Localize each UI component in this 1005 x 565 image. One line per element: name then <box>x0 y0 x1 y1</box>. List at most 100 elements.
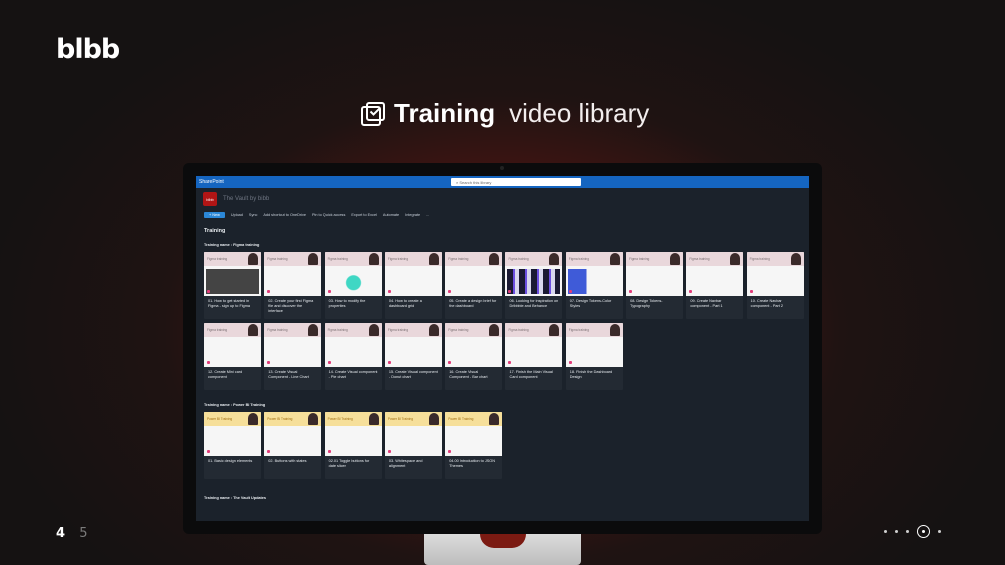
video-title[interactable]: 14. Create Visual component - Pie chart <box>325 367 382 380</box>
video-thumbnail[interactable]: Power BI Training <box>324 412 382 456</box>
video-title[interactable]: 02. Buttons with states <box>264 456 321 464</box>
thumbnail-preview <box>567 269 621 294</box>
presenter-avatar <box>308 324 319 336</box>
upload-button[interactable]: Upload <box>231 213 243 217</box>
video-thumbnail[interactable]: Figma training <box>324 252 382 296</box>
video-thumbnail[interactable]: Power BI Training <box>384 412 442 456</box>
presenter-avatar <box>248 253 258 265</box>
video-card[interactable]: Figma training 12. Create Mini card compo… <box>204 323 261 390</box>
video-thumbnail[interactable]: Power BI Training <box>445 412 503 456</box>
sharepoint-screen: SharePoint ⌕ Search this library blbb Th… <box>196 176 809 521</box>
video-card[interactable]: Figma training 05. Create a design brief … <box>445 252 503 319</box>
pin-button[interactable]: Pin to Quick access <box>312 213 345 217</box>
video-title[interactable]: 02.01 Toggle buttons for date slicer <box>325 456 382 469</box>
integrate-button[interactable]: Integrate <box>405 213 420 217</box>
page-next[interactable]: 5 <box>79 526 87 541</box>
video-title[interactable]: 09. Create Navbar component - Part 1 <box>686 296 743 309</box>
video-title[interactable]: 07. Design Tokens-Color Styles <box>566 296 623 309</box>
video-thumbnail[interactable]: Figma training <box>505 323 563 367</box>
video-card[interactable]: Figma training 02. Create your first Figm… <box>264 252 322 319</box>
slide-dot[interactable] <box>938 530 941 533</box>
video-card[interactable]: Figma training 15. Create Visual componen… <box>384 323 442 390</box>
slide-dot[interactable] <box>895 530 898 533</box>
sync-button[interactable]: Sync <box>249 213 257 217</box>
thumbnail-preview <box>507 269 561 294</box>
site-title[interactable]: The Vault by bibb <box>223 196 269 202</box>
slide-dot[interactable] <box>906 530 909 533</box>
video-thumbnail[interactable]: Figma training <box>264 323 322 367</box>
video-title[interactable]: 05. Create a design brief for the dashbo… <box>445 296 502 309</box>
monitor-stand <box>424 534 581 565</box>
video-thumbnail[interactable]: Figma training <box>565 252 623 296</box>
video-card[interactable]: Figma training 13. Create Visual Componen… <box>264 323 322 390</box>
video-title[interactable]: 04. How to create a dashboard grid <box>385 296 442 309</box>
video-thumbnail[interactable]: Figma training <box>264 252 322 296</box>
video-thumbnail[interactable]: Figma training <box>204 252 261 296</box>
video-thumbnail[interactable]: Figma training <box>445 323 503 367</box>
video-title[interactable]: 16. Create Visual Component - Bar chart <box>445 367 502 380</box>
export-button[interactable]: Export to Excel <box>351 213 377 217</box>
video-thumbnail[interactable]: Figma training <box>384 323 442 367</box>
video-title[interactable]: 13. Create Visual Component - Line Chart <box>264 367 321 380</box>
video-card[interactable]: Figma training 16. Create Visual Componen… <box>445 323 503 390</box>
video-thumbnail[interactable]: Figma training <box>324 323 382 367</box>
video-card[interactable]: Figma training 06. Looking for inspiratio… <box>505 252 563 319</box>
video-title[interactable]: 08. Design Tokens-Typography <box>626 296 683 309</box>
video-card[interactable]: Figma training 18. Finish the Dashboard D… <box>565 323 623 390</box>
video-title[interactable]: 01. How to get started in Figma - sign u… <box>204 296 261 309</box>
video-title[interactable]: 03. How to modify the properties <box>325 296 382 309</box>
video-thumbnail[interactable]: Figma training <box>505 252 563 296</box>
thumbnail-preview <box>326 269 380 294</box>
video-card[interactable]: Figma training 08. Design Tokens-Typograp… <box>626 252 684 319</box>
video-card[interactable]: Figma training 14. Create Visual componen… <box>324 323 382 390</box>
shortcut-button[interactable]: Add shortcut to OneDrive <box>263 213 306 217</box>
video-card[interactable]: Figma training 09. Create Navbar componen… <box>686 252 744 319</box>
automate-button[interactable]: Automate <box>383 213 399 217</box>
video-title[interactable]: 18. Finish the Dashboard Design <box>566 367 623 380</box>
slide-dot-active[interactable] <box>917 525 930 538</box>
video-title[interactable]: 06. Looking for inspiration on Dribbble … <box>505 296 562 309</box>
video-thumbnail[interactable]: Figma training <box>445 252 503 296</box>
site-logo[interactable]: blbb <box>203 192 217 206</box>
more-button[interactable]: ... <box>426 213 429 217</box>
video-thumbnail[interactable]: Figma training <box>626 252 684 296</box>
app-name[interactable]: SharePoint <box>199 179 224 185</box>
video-thumbnail[interactable]: Figma training <box>384 252 442 296</box>
search-input[interactable]: ⌕ Search this library <box>451 178 581 186</box>
video-title[interactable]: 10. Create Navbar component - Part 2 <box>747 296 804 309</box>
video-card[interactable]: Figma training 07. Design Tokens-Color St… <box>565 252 623 319</box>
video-title[interactable]: 04.00 Introduction to JSON Themes <box>445 456 502 469</box>
thumbnail-tag: Figma training <box>327 328 348 332</box>
video-title[interactable]: 15. Create Visual component - Donut char… <box>385 367 442 380</box>
video-thumbnail[interactable]: Figma training <box>565 323 623 367</box>
thumbnail-tag: Power BI Training <box>267 417 293 421</box>
video-title[interactable]: 17. Finish the Main Visual Card componen… <box>505 367 562 380</box>
video-card[interactable]: Figma training 10. Create Navbar componen… <box>746 252 804 319</box>
slide-dot[interactable] <box>884 530 887 533</box>
section-title-figma: Training name : Figma training <box>204 243 260 247</box>
thumbnail-tag: Power BI Training <box>327 417 353 421</box>
video-card[interactable]: Figma training 04. How to create a dashbo… <box>384 252 442 319</box>
video-title[interactable]: 12. Create Mini card component <box>204 367 261 380</box>
video-title[interactable]: 02. Create your first Figma file and dis… <box>264 296 321 314</box>
video-card[interactable]: Power BI Training 02. Buttons with states <box>264 412 322 479</box>
command-bar: + New Upload Sync Add shortcut to OneDri… <box>196 210 809 220</box>
video-title[interactable]: 01. Basic design elements <box>204 456 261 464</box>
video-thumbnail[interactable]: Figma training <box>204 323 261 367</box>
video-card[interactable]: Figma training 17. Finish the Main Visual… <box>505 323 563 390</box>
new-button[interactable]: + New <box>204 212 225 218</box>
video-thumbnail[interactable]: Figma training <box>686 252 744 296</box>
video-card[interactable]: Power BI Training 04.00 Introduction to J… <box>445 412 503 479</box>
video-card[interactable]: Power BI Training 02.01 Toggle buttons fo… <box>324 412 382 479</box>
video-card[interactable]: Power BI Training 03. Whitespace and alig… <box>384 412 442 479</box>
video-thumbnail[interactable]: Power BI Training <box>264 412 322 456</box>
thumbnail-tag: Figma training <box>207 257 228 261</box>
thumbnail-tag: Figma training <box>448 257 469 261</box>
video-card[interactable]: Figma training 01. How to get started in … <box>204 252 261 319</box>
video-thumbnail[interactable]: Power BI Training <box>204 412 261 456</box>
video-thumbnail[interactable]: Figma training <box>746 252 804 296</box>
thumbnail-tag: Power BI Training <box>387 417 414 421</box>
video-title[interactable]: 03. Whitespace and alignment <box>385 456 442 469</box>
video-card[interactable]: Figma training 03. How to modify the prop… <box>324 252 382 319</box>
video-card[interactable]: Power BI Training 01. Basic design elemen… <box>204 412 261 479</box>
